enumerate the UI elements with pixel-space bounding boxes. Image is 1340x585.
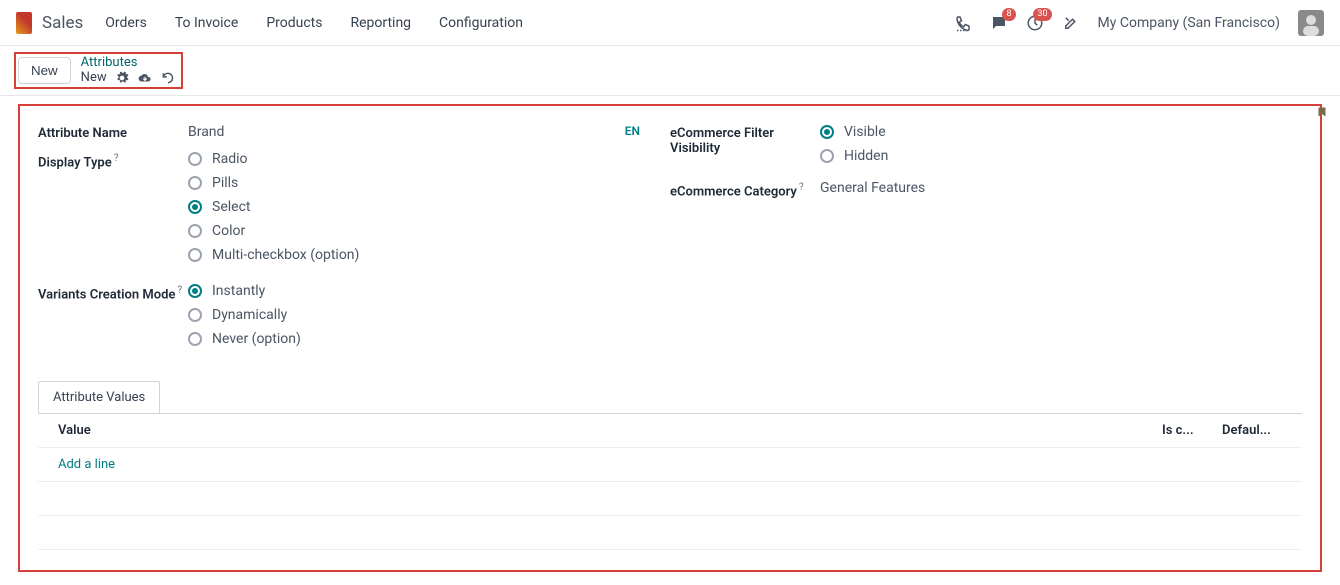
company-switcher[interactable]: My Company (San Francisco) xyxy=(1098,15,1280,31)
menu-orders[interactable]: Orders xyxy=(105,15,147,31)
tab-attribute-values[interactable]: Attribute Values xyxy=(38,381,160,413)
gear-icon[interactable] xyxy=(115,71,129,85)
efv-radio-hidden[interactable]: Hidden xyxy=(820,148,1302,164)
col-header-is-custom: Is c... xyxy=(1162,423,1222,438)
breadcrumb-parent[interactable]: Attributes xyxy=(81,56,175,70)
efv-radio-visible[interactable]: Visible xyxy=(820,124,1302,140)
app-name: Sales xyxy=(42,13,83,33)
col-header-default: Defaul... xyxy=(1222,423,1302,438)
ecommerce-category-label: eCommerce Category xyxy=(670,184,797,199)
form-right-column: eCommerce Filter Visibility Visible Hidd… xyxy=(670,124,1302,357)
variants-creation-mode-radio-group: Instantly Dynamically Never (option) xyxy=(188,283,670,347)
attribute-name-label: Attribute Name xyxy=(38,124,188,141)
activity-badge: 30 xyxy=(1033,8,1051,21)
app-icon xyxy=(16,12,32,34)
lang-badge[interactable]: EN xyxy=(625,124,640,138)
cloud-save-icon[interactable] xyxy=(137,71,153,85)
form-sheet-highlight: Attribute Name Brand EN Display Type? Ra… xyxy=(18,104,1322,572)
menu-reporting[interactable]: Reporting xyxy=(350,15,411,31)
main-menu: Orders To Invoice Products Reporting Con… xyxy=(105,15,523,31)
ecommerce-filter-visibility-label: eCommerce Filter Visibility xyxy=(670,124,820,164)
form-left-column: Attribute Name Brand EN Display Type? Ra… xyxy=(38,124,670,357)
messaging-badge: 8 xyxy=(1002,8,1015,21)
bookmark-icon[interactable] xyxy=(1316,104,1328,120)
table-empty-row xyxy=(38,482,1302,516)
add-a-line-link[interactable]: Add a line xyxy=(38,457,1162,472)
breadcrumb: Attributes New xyxy=(81,56,175,85)
display-type-label: Display Type xyxy=(38,155,112,170)
display-type-radio-multi[interactable]: Multi-checkbox (option) xyxy=(188,247,670,263)
menu-configuration[interactable]: Configuration xyxy=(439,15,523,31)
phone-icon[interactable] xyxy=(954,14,972,32)
vcm-radio-instantly[interactable]: Instantly xyxy=(188,283,670,299)
vcm-radio-never[interactable]: Never (option) xyxy=(188,331,670,347)
variants-creation-mode-help-icon[interactable]: ? xyxy=(177,285,182,296)
ecommerce-filter-visibility-radio-group: Visible Hidden xyxy=(820,124,1302,164)
menu-to-invoice[interactable]: To Invoice xyxy=(175,15,239,31)
tools-icon[interactable] xyxy=(1062,14,1080,32)
control-panel: New Attributes New xyxy=(0,46,1340,96)
vcm-radio-dynamically[interactable]: Dynamically xyxy=(188,307,670,323)
display-type-help-icon[interactable]: ? xyxy=(114,153,119,164)
display-type-radio-color[interactable]: Color xyxy=(188,223,670,239)
new-button[interactable]: New xyxy=(18,57,71,84)
display-type-radio-select[interactable]: Select xyxy=(188,199,670,215)
table-empty-row xyxy=(38,516,1302,550)
display-type-radio-group: Radio Pills Select Color Multi-checkbox … xyxy=(188,151,670,263)
display-type-radio-radio[interactable]: Radio xyxy=(188,151,670,167)
attribute-values-table: Value Is c... Defaul... Add a line xyxy=(38,413,1302,550)
variants-creation-mode-label: Variants Creation Mode xyxy=(38,287,175,302)
top-nav: Sales Orders To Invoice Products Reporti… xyxy=(0,0,1340,46)
activity-icon[interactable]: 30 xyxy=(1026,14,1044,32)
breadcrumb-current: New xyxy=(81,71,107,85)
messaging-icon[interactable]: 8 xyxy=(990,14,1008,32)
control-panel-left-highlight: New Attributes New xyxy=(14,52,183,89)
discard-icon[interactable] xyxy=(161,71,175,85)
notebook-tabs: Attribute Values Value Is c... Defaul...… xyxy=(38,381,1302,550)
ecommerce-category-help-icon[interactable]: ? xyxy=(799,182,804,193)
display-type-radio-pills[interactable]: Pills xyxy=(188,175,670,191)
menu-products[interactable]: Products xyxy=(266,15,322,31)
attribute-name-input[interactable]: Brand xyxy=(188,124,224,140)
ecommerce-category-input[interactable]: General Features xyxy=(820,180,925,196)
col-header-value: Value xyxy=(38,423,1162,438)
user-avatar[interactable] xyxy=(1298,10,1324,36)
systray: 8 30 My Company (San Francisco) xyxy=(954,10,1324,36)
